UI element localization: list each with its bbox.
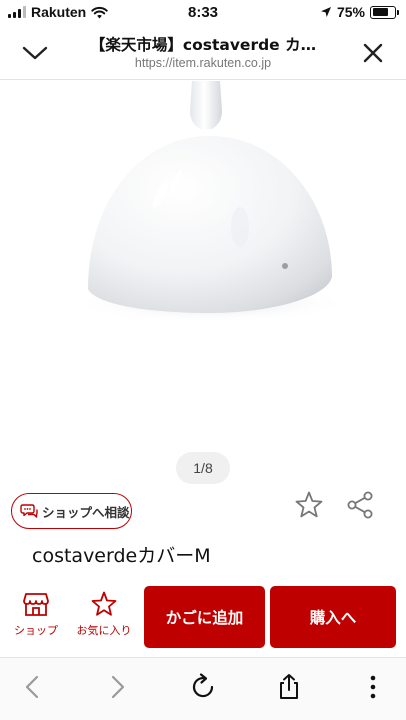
more-icon[interactable] (358, 672, 388, 702)
page-url[interactable]: https://item.rakuten.co.jp (68, 56, 338, 70)
shop-label: ショップ (14, 624, 58, 637)
image-pager: 1/8 (176, 452, 230, 484)
browser-header: 【楽天市場】costaverde カ… https://item.rakuten… (0, 28, 406, 80)
share-nodes-icon[interactable] (344, 489, 376, 521)
favorite-label: お気に入り (76, 624, 132, 637)
reload-icon[interactable] (188, 672, 218, 702)
lamp-shade-image (70, 81, 350, 323)
star-icon[interactable] (293, 489, 325, 521)
add-to-cart-button[interactable]: かごに追加 (144, 586, 265, 648)
shop-button[interactable]: ショップ (10, 590, 62, 646)
battery-level (372, 8, 389, 16)
close-icon[interactable] (360, 40, 386, 66)
shop-consult-label: ショップへ相談 (42, 504, 130, 520)
chevron-down-icon[interactable] (20, 40, 50, 66)
location-arrow-icon (320, 7, 331, 17)
store-icon (23, 593, 49, 616)
share-icon[interactable] (274, 672, 304, 702)
page-title: 【楽天市場】costaverde カ… (89, 36, 317, 54)
product-image[interactable] (0, 81, 406, 441)
favorite-button[interactable]: お気に入り (70, 590, 138, 646)
shop-consult-button[interactable]: ショップへ相談 (11, 493, 132, 529)
status-right: 75% (320, 4, 399, 20)
product-name: costaverdeカバーM (32, 545, 211, 567)
buy-now-button[interactable]: 購入へ (270, 586, 396, 648)
forward-icon[interactable] (102, 672, 132, 702)
favorite-star-icon (91, 591, 117, 616)
battery-percent: 75% (336, 4, 365, 20)
chat-bubble-icon (20, 504, 38, 518)
browser-toolbar (0, 657, 406, 720)
status-bar: Rakuten 8:33 75% (0, 0, 406, 28)
back-icon[interactable] (18, 672, 48, 702)
action-bar: ショップ お気に入り かごに追加 購入へ (0, 582, 406, 654)
battery-icon (370, 5, 399, 19)
